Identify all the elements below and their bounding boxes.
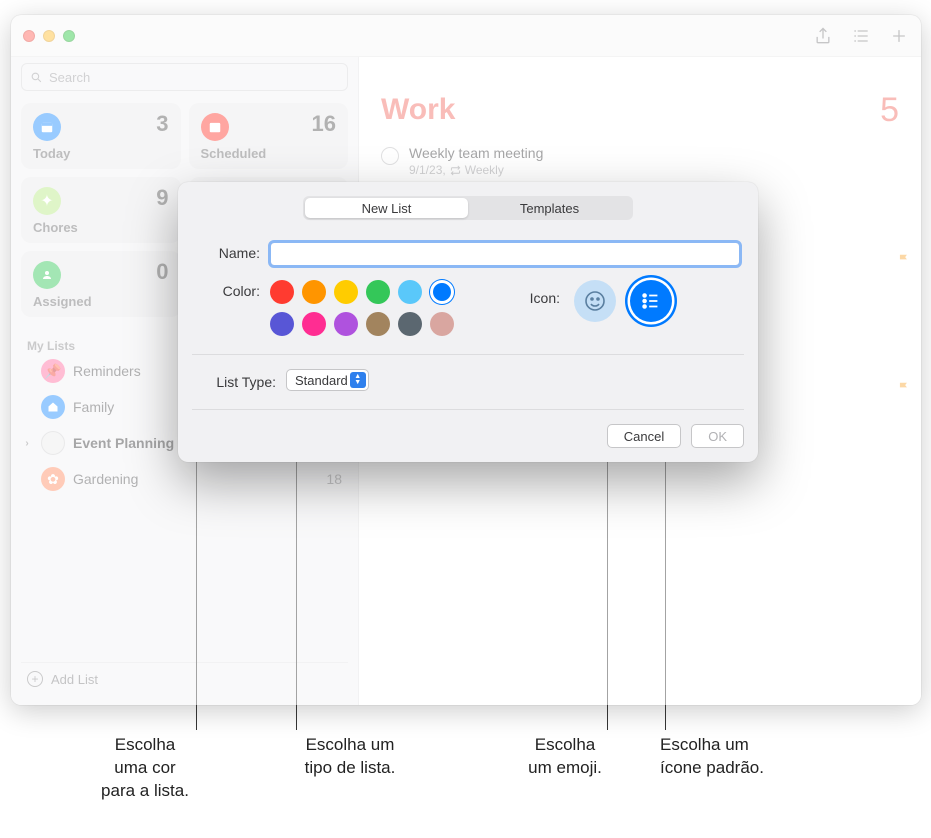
add-icon[interactable] [889,26,909,46]
default-icon-button[interactable] [630,280,672,322]
icon-label: Icon: [520,280,560,306]
listtype-label: List Type: [196,371,276,390]
folder-icon [41,431,65,455]
house-icon [41,395,65,419]
callout-leader [296,420,297,730]
dialog-tabs: New List Templates [303,196,633,220]
titlebar [11,15,921,57]
chevron-right-icon[interactable]: › [21,438,33,449]
list-title: Work [381,93,899,127]
list-row-gardening[interactable]: ✿ Gardening 18 [21,461,348,497]
name-input[interactable] [270,242,740,266]
color-label: Color: [196,280,260,299]
complete-toggle[interactable] [381,147,399,165]
cancel-button[interactable]: Cancel [607,424,681,448]
person-icon [33,261,61,289]
share-icon[interactable] [813,26,833,46]
listtype-value: Standard [295,373,348,388]
color-swatch[interactable] [270,312,294,336]
ok-button[interactable]: OK [691,424,744,448]
smart-card-chores[interactable]: ✦ 9 Chores [21,177,181,243]
search-input[interactable]: Search [21,63,348,91]
new-list-dialog: New List Templates Name: Color: Icon: [178,182,758,462]
scheduled-label: Scheduled [201,146,267,161]
color-swatch[interactable] [334,312,358,336]
color-swatch[interactable] [398,312,422,336]
leaf-icon: ✿ [41,467,65,491]
color-swatch[interactable] [270,280,294,304]
minimize-window-button[interactable] [43,30,55,42]
emoji-picker-button[interactable] [574,280,616,322]
color-swatch[interactable] [302,280,326,304]
add-list-button[interactable]: + Add List [21,662,348,695]
chores-label: Chores [33,220,78,235]
reminder-subtitle: 9/1/23, Weekly [409,163,543,177]
callout-color: Escolha uma cor para a lista. [60,734,230,803]
chores-count: 9 [156,185,168,211]
color-swatch[interactable] [430,280,454,304]
callout-icon: Escolha um ícone padrão. [660,734,860,780]
flag-indicator [897,245,921,275]
list-total-count: 5 [880,91,899,130]
list-label: Family [73,399,114,415]
smart-card-today[interactable]: 3 Today [21,103,181,169]
add-list-label: Add List [51,672,98,687]
smiley-icon [583,289,607,313]
calendar-icon [33,113,61,141]
calendar-icon [201,113,229,141]
listtype-select[interactable]: Standard ▲▼ [286,369,369,391]
list-label: Gardening [73,471,138,487]
assigned-label: Assigned [33,294,92,309]
repeat-icon [450,165,461,176]
list-bullet-icon [640,290,662,312]
list-label: Reminders [73,363,141,379]
close-window-button[interactable] [23,30,35,42]
zoom-window-button[interactable] [63,30,75,42]
flag-indicator [897,373,921,403]
color-swatch[interactable] [366,280,390,304]
today-count: 3 [156,111,168,137]
today-label: Today [33,146,70,161]
callout-emoji: Escolha um emoji. [480,734,650,780]
smart-card-assigned[interactable]: 0 Assigned [21,251,181,317]
assigned-count: 0 [156,259,168,285]
reminder-title: Weekly team meeting [409,145,543,161]
plus-icon: + [27,671,43,687]
select-arrows-icon: ▲▼ [350,372,366,388]
callout-type: Escolha um tipo de lista. [250,734,450,780]
color-swatch[interactable] [366,312,390,336]
search-placeholder: Search [49,70,90,85]
list-label: Event Planning [73,435,174,451]
tab-templates[interactable]: Templates [468,198,631,218]
search-icon [30,71,43,84]
reminder-row[interactable]: Weekly team meeting 9/1/23, Weekly [381,145,899,177]
pin-icon: 📌 [41,359,65,383]
color-swatches [270,280,460,336]
scheduled-count: 16 [312,111,336,137]
color-swatch[interactable] [334,280,358,304]
window-controls [23,30,75,42]
color-swatch[interactable] [430,312,454,336]
smart-card-scheduled[interactable]: 16 Scheduled [189,103,349,169]
color-swatch[interactable] [302,312,326,336]
list-count: 18 [326,471,342,487]
name-label: Name: [196,242,260,261]
color-swatch[interactable] [398,280,422,304]
tab-new-list[interactable]: New List [305,198,468,218]
sparkle-icon: ✦ [33,187,61,215]
view-options-icon[interactable] [851,26,871,46]
